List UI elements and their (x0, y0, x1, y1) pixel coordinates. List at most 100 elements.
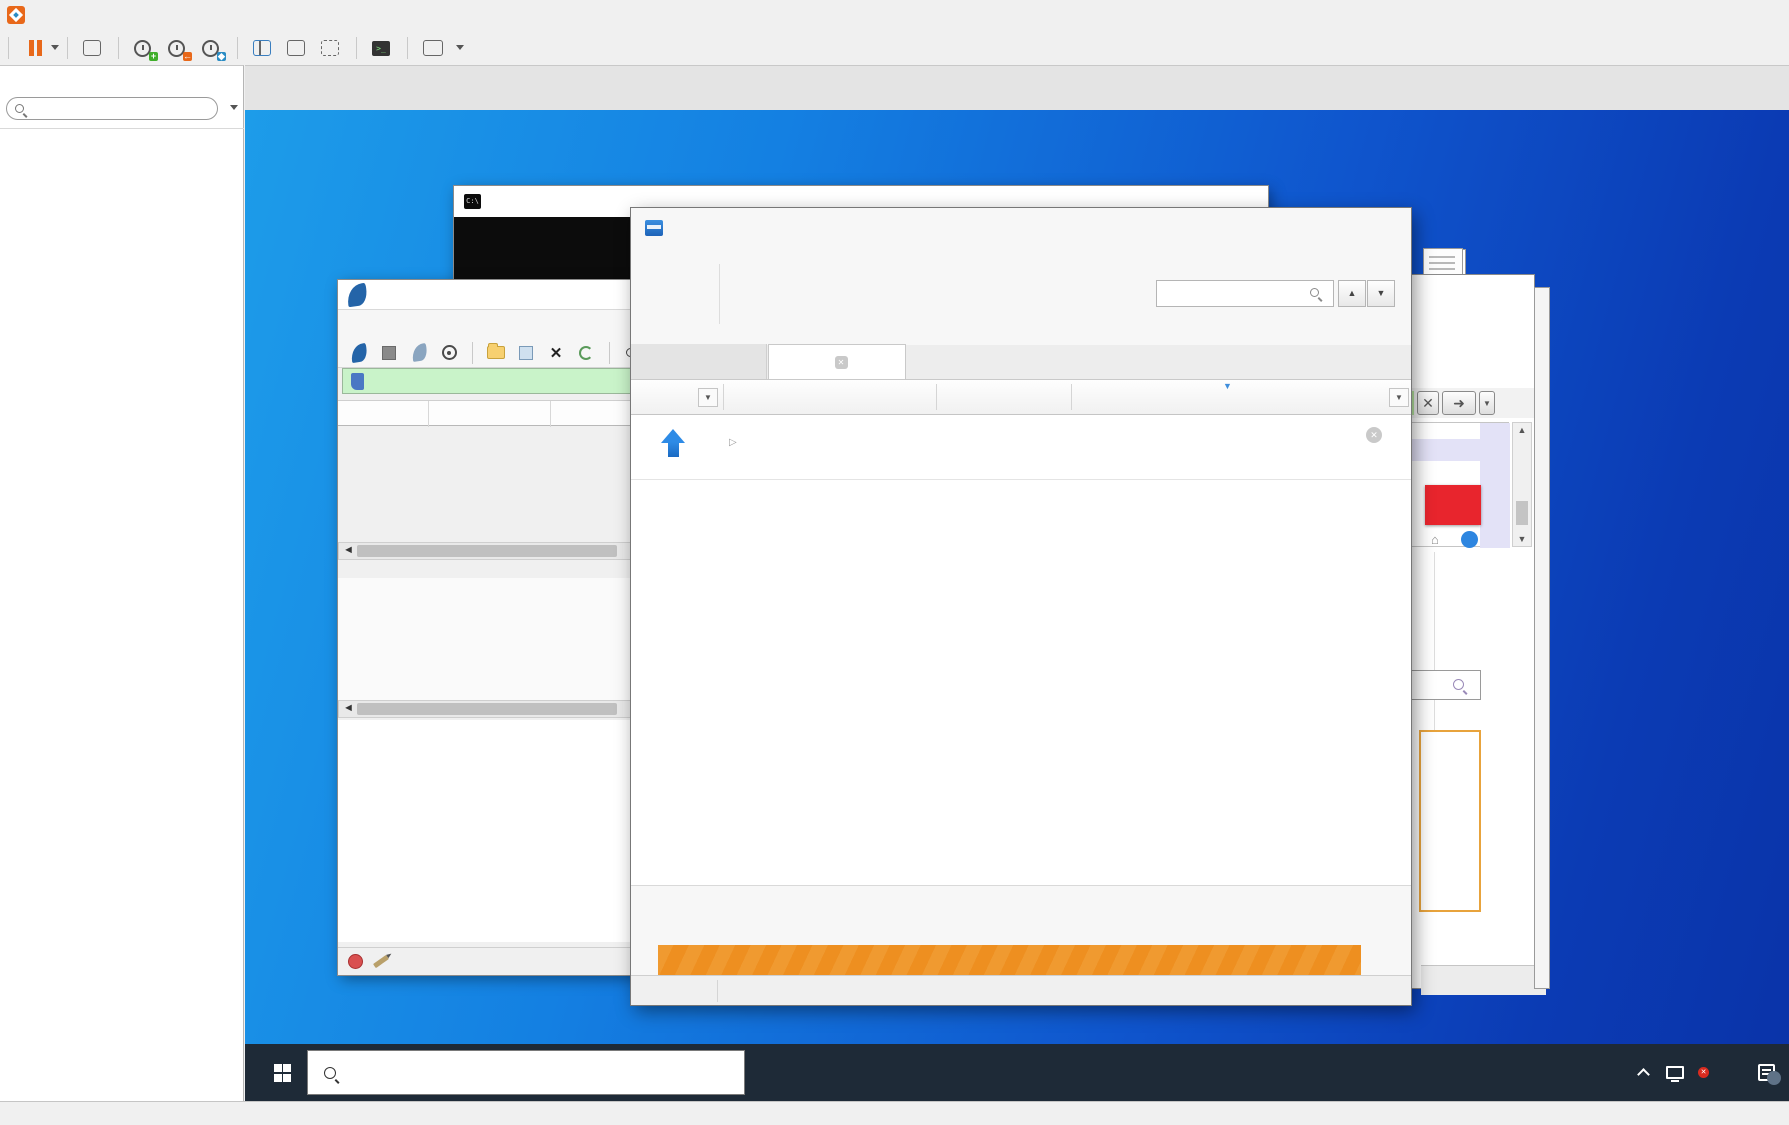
ad-banner[interactable] (658, 945, 1361, 975)
search-icon (1453, 679, 1464, 690)
column-divider[interactable] (428, 401, 429, 427)
vmware-titlebar (0, 0, 1789, 30)
send-ctrl-alt-del-button[interactable] (83, 38, 103, 58)
transfer-tabs: ✕ (631, 344, 1411, 380)
close-file-icon[interactable]: ✕ (545, 342, 567, 364)
type-filter-dropdown[interactable]: ▼ (698, 388, 718, 407)
divider (0, 128, 244, 129)
error-close-button[interactable] (1425, 485, 1481, 525)
background-windows-fragment: ✕ ➜ ▼ ▲ ▼ ⌂ (1397, 248, 1549, 995)
filter-dropdown-icon[interactable]: ▼ (1479, 391, 1495, 415)
fullscreen-button[interactable] (321, 38, 341, 58)
columns-dropdown[interactable]: ▼ (1389, 388, 1409, 407)
open-file-icon[interactable] (485, 342, 507, 364)
scrollbar-thumb[interactable] (357, 545, 617, 557)
library-sidebar (0, 65, 244, 1101)
tab-session[interactable]: ✕ (768, 344, 906, 379)
capture-status-icon[interactable] (348, 954, 363, 969)
show-console-view-button[interactable] (287, 38, 307, 58)
column-divider[interactable] (936, 384, 937, 410)
tab-close-icon[interactable]: ✕ (834, 355, 848, 369)
transfer-search-box[interactable] (1156, 280, 1334, 307)
save-file-icon[interactable] (515, 342, 537, 364)
scrollbar-thumb[interactable] (1516, 501, 1528, 525)
filter-bookmark-icon[interactable] (351, 372, 364, 390)
wireshark-fin-icon (345, 282, 369, 307)
scroll-up-icon[interactable]: ▲ (1513, 425, 1531, 435)
column-divider[interactable] (1071, 384, 1072, 410)
close-button[interactable] (1752, 0, 1789, 28)
transfer-minimize-button[interactable] (1255, 212, 1305, 244)
partial-vscrollbar[interactable]: ▲ ▼ (1512, 422, 1532, 547)
column-divider[interactable] (723, 384, 724, 410)
edit-capture-comment-icon[interactable] (373, 954, 389, 969)
chevron-down-icon[interactable] (51, 45, 59, 50)
pause-icon (37, 39, 42, 56)
tab-all-connections[interactable] (631, 344, 767, 379)
transfer-window: ▲ ▼ ✕ ▼ ▼ ▼ ▷ ✕ (631, 208, 1411, 1005)
restart-capture-icon[interactable] (408, 342, 430, 364)
toolbar-separator (472, 341, 473, 364)
help-icon[interactable] (1461, 531, 1478, 548)
search-next-button[interactable]: ▼ (1367, 280, 1395, 307)
id-text-fragment (1487, 607, 1491, 609)
toolbar-separator (237, 36, 238, 59)
library-search-box[interactable] (6, 97, 218, 120)
search-input[interactable] (30, 101, 209, 116)
start-button[interactable] (259, 1044, 305, 1101)
taskbar-search-box[interactable] (307, 1050, 745, 1095)
chevron-down-icon[interactable] (456, 45, 464, 50)
transfer-summary-panel (631, 885, 1411, 945)
search-dropdown-icon[interactable] (230, 105, 238, 110)
transfer-search-input[interactable] (1157, 281, 1307, 306)
sort-indicator-icon: ▼ (1223, 381, 1232, 391)
search-prev-button[interactable]: ▲ (1338, 280, 1366, 307)
minimize-button[interactable] (1686, 0, 1724, 28)
scroll-down-icon[interactable]: ▼ (1513, 534, 1531, 544)
snapshot-manager-button[interactable]: ◆ (202, 38, 226, 61)
toolbar-separator (118, 36, 119, 59)
expand-icon[interactable]: ▷ (729, 437, 737, 448)
packet-row-fragment[interactable] (1410, 439, 1510, 461)
console-button[interactable]: >_ (372, 38, 392, 58)
scrollbar-thumb[interactable] (357, 703, 617, 715)
status-divider (717, 980, 718, 1002)
apply-filter-icon[interactable]: ➜ (1442, 391, 1476, 415)
stretch-guest-button[interactable] (423, 38, 443, 58)
toolbar-separator (356, 36, 357, 59)
show-library-button[interactable] (253, 38, 273, 58)
column-divider[interactable] (550, 401, 551, 427)
transfer-row[interactable]: ▷ ✕ (631, 415, 1411, 480)
vm-tabbar (245, 65, 1789, 110)
taskbar-search-input[interactable] (348, 1063, 744, 1082)
action-center-icon[interactable] (1758, 1064, 1781, 1085)
partial-maximize-button[interactable] (1458, 283, 1494, 309)
clear-filter-icon[interactable]: ✕ (1417, 391, 1439, 415)
window-edge-fragment (1535, 288, 1549, 988)
vmware-menubar: + ← ◆ >_ (0, 30, 1789, 65)
partial-search-box[interactable] (1409, 670, 1481, 700)
toolbar-separator (609, 341, 610, 364)
revert-snapshot-button[interactable]: ← (168, 38, 192, 61)
toolbar-separator (67, 36, 68, 59)
pause-vm-button[interactable] (29, 39, 59, 56)
reload-icon[interactable] (575, 342, 597, 364)
transfer-maximize-button[interactable] (1305, 212, 1355, 244)
network-icon[interactable] (1666, 1066, 1684, 1082)
windows-logo-icon (273, 1064, 291, 1082)
transfer-statusbar (631, 975, 1411, 1005)
tray-expand-icon[interactable] (1637, 1068, 1650, 1081)
partial-close-button[interactable] (1494, 283, 1530, 309)
scroll-left-icon[interactable]: ◄ (343, 544, 354, 556)
start-capture-icon[interactable] (348, 342, 370, 364)
remove-item-icon[interactable]: ✕ (1366, 427, 1382, 443)
tab-scroll-nav[interactable] (1761, 88, 1781, 102)
transfer-close-button[interactable] (1355, 212, 1405, 244)
take-snapshot-button[interactable]: + (134, 38, 158, 61)
capture-options-icon[interactable] (438, 342, 460, 364)
dropdown-strip (1421, 965, 1546, 995)
scroll-left-icon[interactable]: ◄ (343, 702, 354, 714)
transfer-app-icon (645, 220, 663, 236)
home-icon[interactable]: ⌂ (1431, 532, 1439, 547)
stop-capture-icon[interactable] (378, 342, 400, 364)
